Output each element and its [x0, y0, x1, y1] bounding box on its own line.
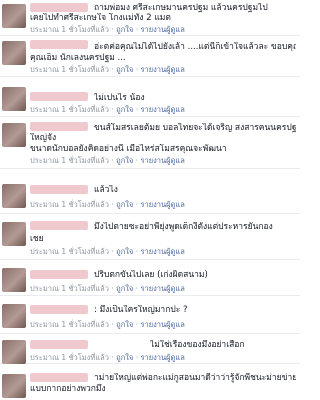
comment-item: ถามพ่อมง ศรีสะเกษมานครปฐม แล้วนครปฐมไป เ… — [0, 0, 300, 36]
avatar[interactable] — [2, 374, 26, 398]
commenter-name[interactable] — [30, 221, 88, 230]
avatar[interactable] — [2, 222, 26, 246]
avatar[interactable] — [2, 123, 26, 147]
avatar[interactable] — [2, 340, 26, 364]
avatar[interactable] — [2, 87, 26, 111]
comment-item: ไม่ใช่เรื่องของมึงอย่าเสือก ประมาณ 1 ชั่… — [0, 336, 300, 364]
report-link[interactable]: รายงานผู้ดูแล — [140, 353, 184, 362]
report-link[interactable]: รายงานผู้ดูแล — [140, 320, 184, 329]
comment-meta: ประมาณ 1 ชั่วโมงที่แล้ว · ถูกใจ · รายงาน… — [30, 65, 185, 74]
comment-text: ไม่ใช่เรื่องของมึงอย่าเสือก — [150, 340, 245, 350]
avatar[interactable] — [2, 4, 26, 28]
comment-timestamp: ประมาณ 1 ชั่วโมงที่แล้ว — [30, 105, 109, 114]
comment-timestamp: ประมาณ 1 ชั่วโมงที่แล้ว — [30, 284, 109, 293]
commenter-name[interactable] — [30, 373, 88, 382]
like-link[interactable]: ถูกใจ — [116, 320, 133, 329]
comment-text-line: เคยไปทำศรีสะเกษใจ โกงแม่ทั้ง 2 แมต — [30, 13, 171, 23]
comment-text: าม่ายใหญ่แต่พ่อกะแม่กูสอนมาดีว่าว่ารู้จั… — [94, 373, 296, 383]
like-link[interactable]: ถูกใจ — [116, 156, 133, 165]
comment-meta: ประมาณ 1 ชั่วโมงที่แล้ว · ถูกใจ · รายงาน… — [30, 200, 185, 209]
comment-item: มึงไปตายซะอย่าพี่ยุ่งพูดเด็กงี้ตั้งแต่ปร… — [0, 218, 300, 260]
report-link[interactable]: รายงานผู้ดูแล — [140, 200, 184, 209]
comment-item: ไม่เปนไร น้อง ประมาณ 1 ชั่วโมงที่แล้ว · … — [0, 83, 300, 117]
avatar[interactable] — [2, 184, 26, 208]
comment-meta: ประมาณ 1 ชั่วโมงที่แล้ว · ถูกใจ · รายงาน… — [30, 284, 185, 293]
comment-text-line: ใหญ่จัง — [30, 133, 57, 143]
commenter-name[interactable] — [30, 122, 88, 131]
like-link[interactable]: ถูกใจ — [116, 284, 133, 293]
comment-text: ขนส์โมสรเลยต้มย บอลไทยจะได้เจริญ สงสารคน… — [94, 123, 296, 133]
comment-item: าม่ายใหญ่แต่พ่อกะแม่กูสอนมาดีว่าว่ารู้จั… — [0, 370, 300, 400]
comment-timestamp: ประมาณ 1 ชั่วโมงที่แล้ว — [30, 353, 109, 362]
like-link[interactable]: ถูกใจ — [116, 200, 133, 209]
comment-item: อ่ะตค่อคุณไม่ได้ไปยังเล้า ....แต่นี้ก็เข… — [0, 37, 300, 77]
comment-text-line: ขนาดนักบอลยังคิดอย่างนี้ เมื่อไหร่สโมสรค… — [30, 144, 227, 154]
report-link[interactable]: รายงานผู้ดูแล — [140, 247, 184, 256]
comment-text-line: คุณเอ็ม นักเลงนครปฐม ... — [30, 53, 126, 63]
like-link[interactable]: ถูกใจ — [116, 247, 133, 256]
comment-text: ไม่เปนไร น้อง — [94, 93, 145, 103]
report-link[interactable]: รายงานผู้ดูแล — [140, 156, 184, 165]
comment-meta: ประมาณ 1 ชั่วโมงที่แล้ว · ถูกใจ · รายงาน… — [30, 320, 185, 329]
comment-meta: ประมาณ 1 ชั่วโมงที่แล้ว · ถูกใจ · รายงาน… — [30, 105, 185, 114]
avatar[interactable] — [2, 268, 26, 292]
comment-text: : มึงเป็นใครใหญ่มากปะ ? — [94, 305, 188, 315]
comment-meta: ประมาณ 1 ชั่วโมงที่แล้ว · ถูกใจ · รายงาน… — [30, 353, 185, 362]
commenter-name[interactable] — [30, 185, 88, 194]
comment-text-line: เชย — [30, 234, 44, 244]
comment-timestamp: ประมาณ 1 ชั่วโมงที่แล้ว — [30, 25, 109, 34]
avatar[interactable] — [2, 304, 26, 328]
comment-item: : มึงเป็นใครใหญ่มากปะ ? ประมาณ 1 ชั่วโมง… — [0, 300, 300, 334]
comment-timestamp: ประมาณ 1 ชั่วโมงที่แล้ว — [30, 320, 109, 329]
comment-timestamp: ประมาณ 1 ชั่วโมงที่แล้ว — [30, 247, 109, 256]
avatar[interactable] — [2, 41, 26, 65]
commenter-name[interactable] — [30, 305, 88, 314]
comment-item: ปริบตกขั้นไปเลย (เก่งผิดสนาม) ประมาณ 1 ช… — [0, 264, 300, 296]
comment-text: แล้วไง — [94, 185, 118, 195]
comment-text: มึงไปตายซะอย่าพี่ยุ่งพูดเด็กงี้ตั้งแต่ปร… — [94, 222, 273, 232]
comment-timestamp: ประมาณ 1 ชั่วโมงที่แล้ว — [30, 200, 109, 209]
commenter-name[interactable] — [30, 3, 88, 12]
comment-meta: ประมาณ 1 ชั่วโมงที่แล้ว · ถูกใจ · รายงาน… — [30, 156, 185, 165]
comment-text: ถามพ่อมง ศรีสะเกษมานครปฐม แล้วนครปฐมไป — [94, 3, 268, 13]
comment-text: อ่ะตค่อคุณไม่ได้ไปยังเล้า ....แต่นี้ก็เข… — [94, 42, 296, 52]
report-link[interactable]: รายงานผู้ดูแล — [140, 105, 184, 114]
like-link[interactable]: ถูกใจ — [116, 353, 133, 362]
comment-thread: ถามพ่อมง ศรีสะเกษมานครปฐม แล้วนครปฐมไป เ… — [0, 0, 300, 400]
commenter-name[interactable] — [30, 40, 88, 49]
comment-meta: ประมาณ 1 ชั่วโมงที่แล้ว · ถูกใจ · รายงาน… — [30, 25, 185, 34]
comment-item: ขนส์โมสรเลยต้มย บอลไทยจะได้เจริญ สงสารคน… — [0, 119, 300, 169]
like-link[interactable]: ถูกใจ — [116, 65, 133, 74]
comment-text-line: แบบกากอย่างพวกมึง — [30, 384, 106, 394]
comment-item: แล้วไง ประมาณ 1 ชั่วโมงที่แล้ว · ถูกใจ ·… — [0, 180, 300, 214]
comment-meta: ประมาณ 1 ชั่วโมงที่แล้ว · ถูกใจ · รายงาน… — [30, 247, 185, 256]
report-link[interactable]: รายงานผู้ดูแล — [140, 65, 184, 74]
commenter-name[interactable] — [30, 92, 88, 101]
report-link[interactable]: รายงานผู้ดูแล — [140, 25, 184, 34]
commenter-name[interactable] — [30, 340, 88, 349]
commenter-name[interactable] — [30, 270, 88, 279]
report-link[interactable]: รายงานผู้ดูแล — [140, 284, 184, 293]
like-link[interactable]: ถูกใจ — [116, 105, 133, 114]
like-link[interactable]: ถูกใจ — [116, 25, 133, 34]
comment-timestamp: ประมาณ 1 ชั่วโมงที่แล้ว — [30, 156, 109, 165]
comment-text: ปริบตกขั้นไปเลย (เก่งผิดสนาม) — [94, 270, 208, 280]
comment-timestamp: ประมาณ 1 ชั่วโมงที่แล้ว — [30, 65, 109, 74]
